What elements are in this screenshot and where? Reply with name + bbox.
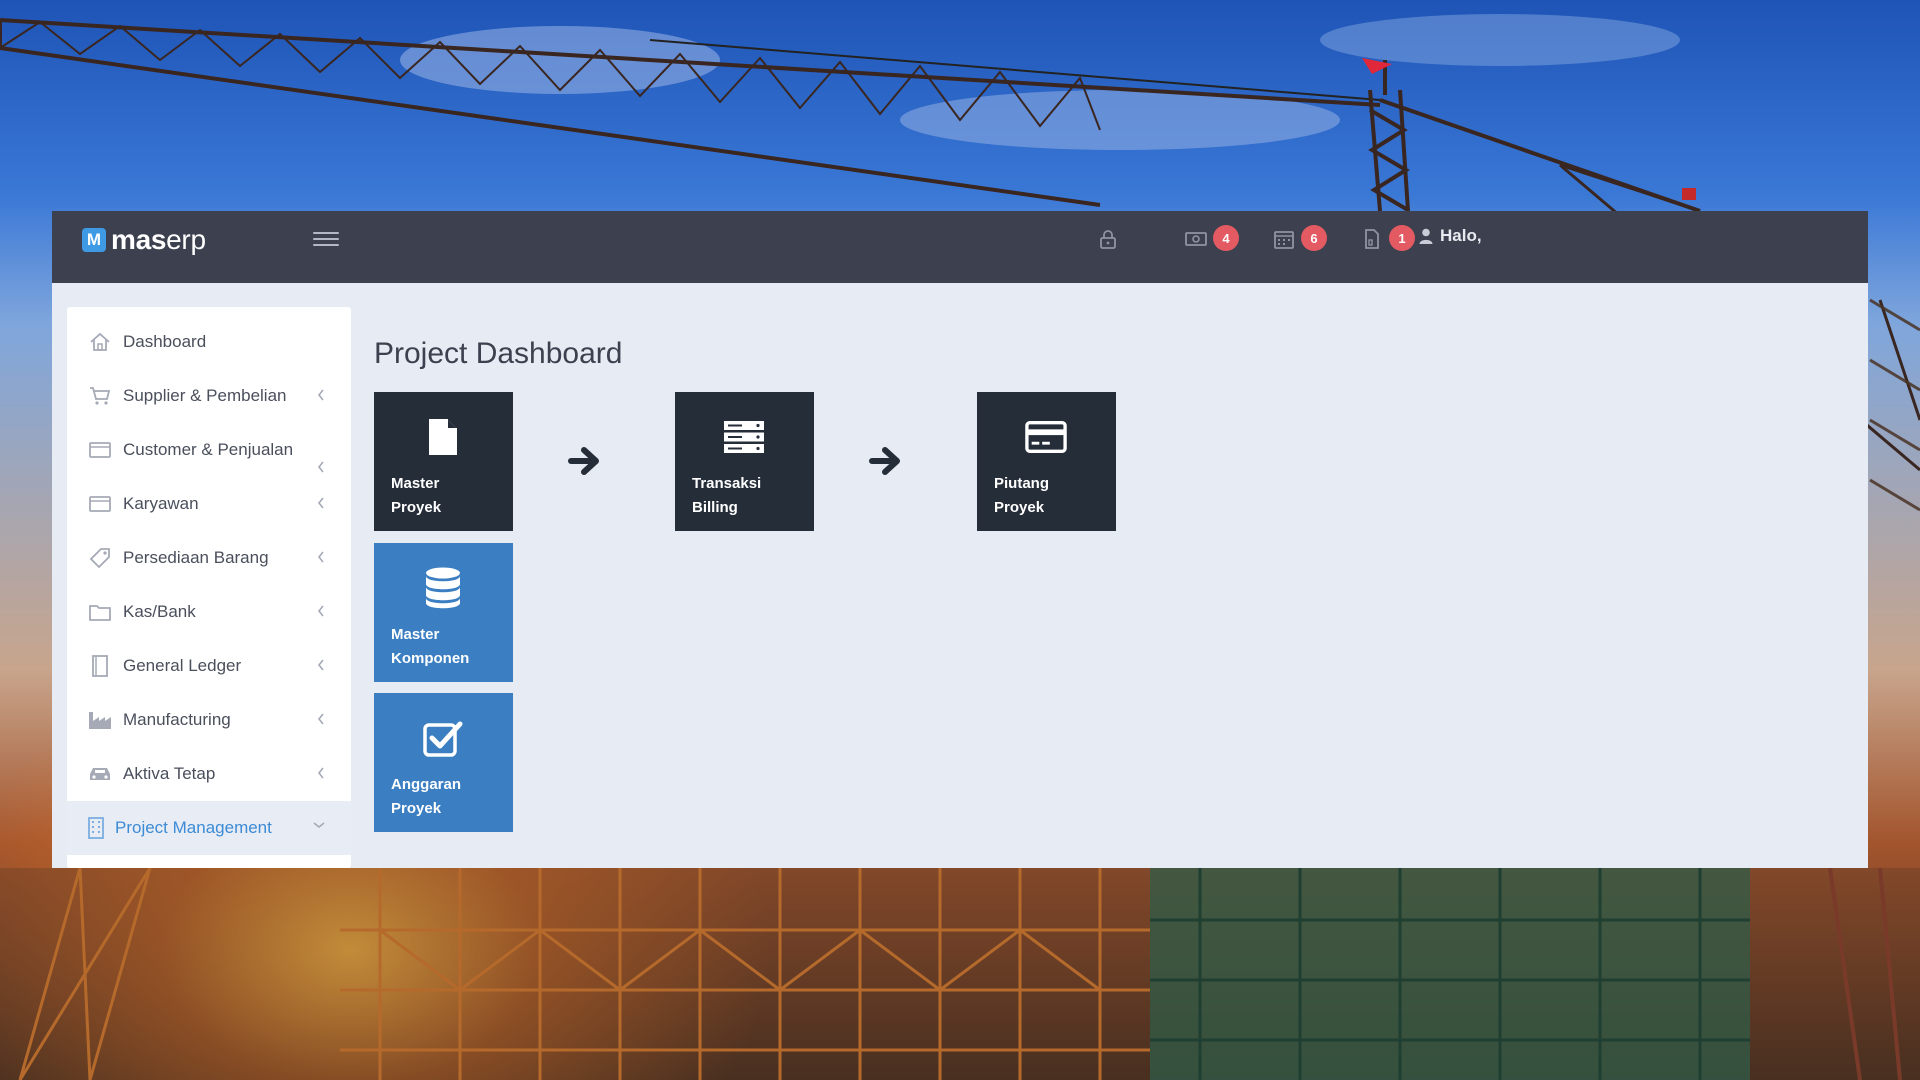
logo-text-bold: mas <box>111 224 167 255</box>
car-icon <box>87 762 113 786</box>
home-icon <box>87 330 113 354</box>
chevron-left-icon <box>317 389 324 401</box>
hamburger-menu-icon[interactable] <box>313 228 339 250</box>
chevron-left-icon <box>317 659 324 671</box>
chevron-left-icon <box>317 605 324 617</box>
app-logo[interactable]: M maserp <box>82 224 206 256</box>
sidebar-item-label: Aktiva Tetap <box>123 764 216 783</box>
card-icon <box>87 492 113 516</box>
sidebar-item-aktiva-tetap[interactable]: Aktiva Tetap <box>67 747 351 801</box>
top-navbar: M maserp 4 6 1 Halo, <box>52 211 1868 283</box>
tile-master-proyek[interactable]: Master Proyek <box>374 392 513 531</box>
calendar-icon[interactable]: 6 <box>1271 224 1327 254</box>
tile-label: Piutang Proyek <box>994 475 1049 516</box>
logo-text-light: erp <box>166 224 206 255</box>
chevron-left-icon <box>317 713 324 725</box>
top-notification-icons: 4 6 1 <box>1095 224 1447 254</box>
money-icon[interactable]: 4 <box>1183 224 1239 254</box>
sidebar-item-label: Customer & Penjualan <box>123 440 294 459</box>
calendar-badge: 6 <box>1301 225 1327 251</box>
app-window: M maserp 4 6 1 Halo, Dashboard Supplier … <box>52 211 1868 868</box>
logo-mark: M <box>82 228 106 252</box>
card-icon <box>87 438 113 462</box>
sidebar-item-label: Manufacturing <box>123 710 231 729</box>
tile-master-komponen[interactable]: Master Komponen <box>374 543 513 682</box>
sidebar-item-karyawan[interactable]: Karyawan <box>67 477 351 531</box>
tile-label: Master Proyek <box>391 475 442 516</box>
logo-text: maserp <box>111 224 206 256</box>
tile-piutang-proyek[interactable]: Piutang Proyek <box>977 392 1116 531</box>
tile-label: Anggaran Proyek <box>391 776 462 817</box>
building-icon <box>83 816 109 840</box>
sidebar-item-label: General Ledger <box>123 656 242 675</box>
sidebar-item-label: Supplier & Pembelian <box>123 386 287 405</box>
sidebar-item-label: Project Management <box>115 818 272 837</box>
server-icon <box>723 416 765 458</box>
sidebar-item-supplier-pembelian[interactable]: Supplier & Pembelian <box>67 369 351 423</box>
sidebar-item-customer-penjualan[interactable]: Customer & Penjualan <box>67 423 351 477</box>
sidebar-item-label: Kas/Bank <box>123 602 196 621</box>
sidebar-item-manufacturing[interactable]: Manufacturing <box>67 693 351 747</box>
sidebar-item-label: Dashboard <box>123 332 207 351</box>
tile-label: Transaksi Billing <box>692 475 762 516</box>
cart-icon <box>87 384 113 408</box>
arrow-right-icon <box>869 447 900 475</box>
chevron-left-icon <box>317 767 324 779</box>
factory-icon <box>87 708 113 732</box>
book-icon <box>87 654 113 678</box>
user-menu[interactable]: Halo, <box>1419 226 1482 246</box>
sidebar-item-kas-bank[interactable]: Kas/Bank <box>67 585 351 639</box>
chevron-left-icon <box>317 461 324 473</box>
page-title: Project Dashboard <box>374 337 623 370</box>
tile-transaksi-billing[interactable]: Transaksi Billing <box>675 392 814 531</box>
file-icon <box>422 416 464 458</box>
sidebar-item-label: Persediaan Barang <box>123 548 269 567</box>
money-badge: 4 <box>1213 225 1239 251</box>
sidebar-item-project-management[interactable]: Project Management <box>67 801 351 855</box>
lock-icon[interactable] <box>1095 224 1121 254</box>
sidebar-item-persediaan-barang[interactable]: Persediaan Barang <box>67 531 351 585</box>
sidebar-item-label: Karyawan <box>123 494 199 513</box>
arrow-right-icon <box>568 447 599 475</box>
chevron-left-icon <box>317 497 324 509</box>
sidebar-item-general-ledger[interactable]: General Ledger <box>67 639 351 693</box>
tile-anggaran-proyek[interactable]: Anggaran Proyek <box>374 693 513 832</box>
tile-label: Master Komponen <box>391 626 470 667</box>
sidebar: Dashboard Supplier & Pembelian Customer … <box>67 307 351 868</box>
document-badge: 1 <box>1389 225 1415 251</box>
chevron-left-icon <box>317 551 324 563</box>
chevron-down-icon <box>313 822 325 829</box>
user-greeting: Halo, <box>1440 226 1482 245</box>
sidebar-item-dashboard[interactable]: Dashboard <box>67 315 351 369</box>
tag-icon <box>87 546 113 570</box>
credit-card-icon <box>1025 416 1067 458</box>
folder-icon <box>87 600 113 624</box>
document-icon[interactable]: 1 <box>1359 224 1415 254</box>
check-square-icon <box>422 717 464 759</box>
user-icon <box>1419 228 1433 244</box>
database-icon <box>422 567 464 609</box>
